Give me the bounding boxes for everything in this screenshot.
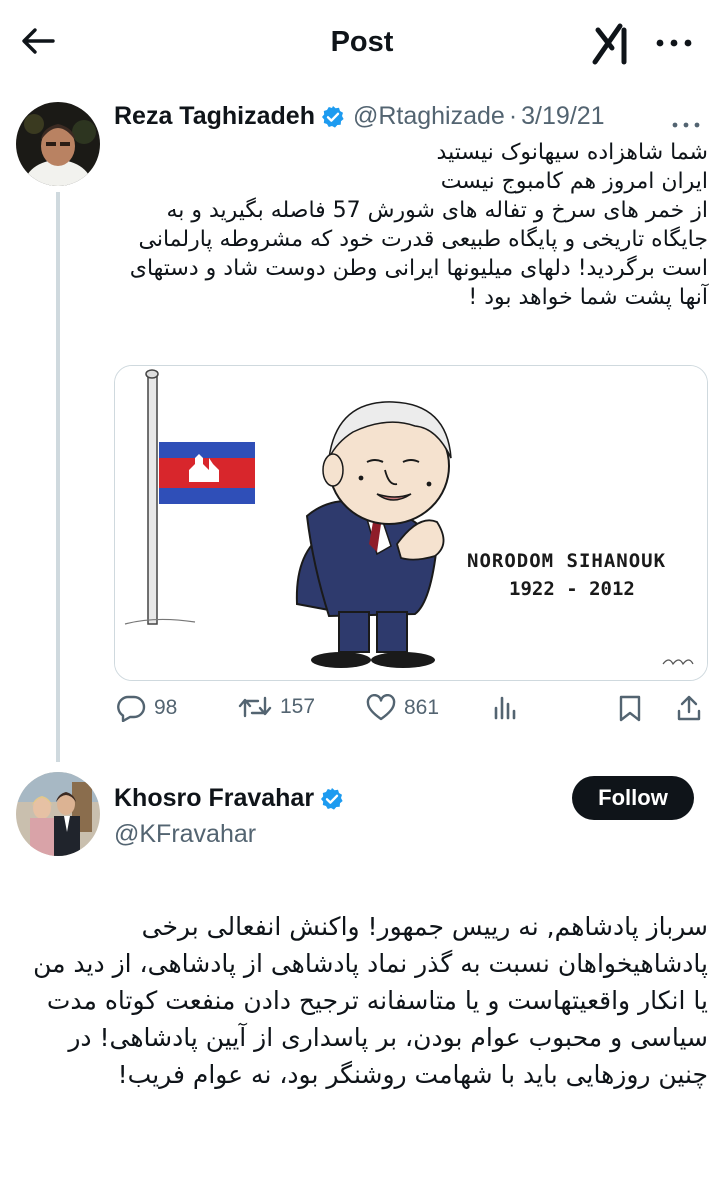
cartoon-caption-years: 1922 - 2012 xyxy=(509,578,635,600)
repost-button[interactable]: 157 xyxy=(238,694,315,720)
verified-badge-icon xyxy=(321,105,344,128)
bookmark-icon xyxy=(619,695,641,722)
tweet1-author-row: Reza Taghizadeh @Rtaghizade · 3/19/21 xyxy=(114,102,605,131)
tweet2-author-handle[interactable]: @KFravahar xyxy=(114,820,256,849)
repost-icon xyxy=(238,696,272,718)
repost-count: 157 xyxy=(280,695,316,718)
tweet1-separator: · xyxy=(508,102,518,130)
avatar-khosro-fravahar[interactable] xyxy=(16,772,100,856)
like-button[interactable]: 861 xyxy=(366,694,439,722)
share-icon xyxy=(677,695,701,721)
cartoon-illustration xyxy=(115,366,707,680)
verified-badge-icon xyxy=(321,787,343,810)
share-button[interactable] xyxy=(676,694,710,722)
like-count: 861 xyxy=(404,696,440,719)
avatar-photo xyxy=(16,102,100,186)
tweet1-media-image[interactable]: NORODOM SIHANOUK 1922 - 2012 xyxy=(114,365,708,681)
analytics-icon xyxy=(494,696,516,720)
heart-icon xyxy=(366,694,396,721)
reply-icon xyxy=(117,695,146,722)
avatar-reza-taghizadeh[interactable] xyxy=(16,102,100,186)
tweet2-author-row: Khosro Fravahar xyxy=(114,784,352,813)
tweet1-author-handle[interactable]: @Rtaghizade xyxy=(353,102,505,131)
tweet2-author-name[interactable]: Khosro Fravahar xyxy=(114,784,314,813)
tweet1-action-bar: 98 157 861 xyxy=(114,694,708,728)
views-button[interactable] xyxy=(492,694,526,720)
tweet1-more-button[interactable] xyxy=(672,108,700,134)
reply-button[interactable]: 98 xyxy=(116,694,177,722)
tweet2-text: سرباز پادشاهم, نه رییس جمهور! واکنش انفع… xyxy=(33,912,708,1089)
tweet1-text: شما شاهزاده سیهانوک نیستید ایران امروز ه… xyxy=(129,140,708,310)
more-horizontal-icon xyxy=(656,39,692,47)
reply-count: 98 xyxy=(154,696,178,719)
avatar-photo xyxy=(16,772,100,856)
grok-icon xyxy=(592,23,627,65)
grok-button[interactable] xyxy=(590,22,636,66)
bookmark-button[interactable] xyxy=(618,694,650,722)
tweet1-date[interactable]: 3/19/21 xyxy=(521,102,604,131)
cartoon-caption-name: NORODOM SIHANOUK xyxy=(467,550,667,572)
tweet1-author-name[interactable]: Reza Taghizadeh xyxy=(114,102,315,131)
top-bar: Post xyxy=(0,0,724,84)
thread-connector-line xyxy=(56,192,60,762)
more-button[interactable] xyxy=(652,28,696,58)
follow-button[interactable]: Follow xyxy=(572,776,694,820)
more-horizontal-icon xyxy=(672,122,700,128)
